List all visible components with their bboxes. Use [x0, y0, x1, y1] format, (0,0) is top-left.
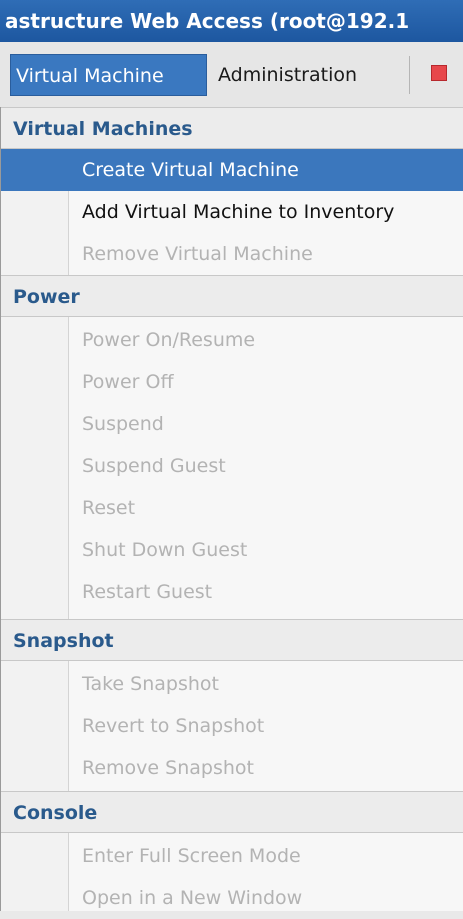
menu-item-reset[interactable]: Reset: [1, 487, 463, 529]
menu-item-power-on-resume[interactable]: Power On/Resume: [1, 319, 463, 361]
section-virtual-machines: Virtual Machines: [1, 107, 463, 149]
section-power: Power: [1, 275, 463, 317]
menu-item-open-in-a-new-window[interactable]: Open in a New Window: [1, 877, 463, 919]
menu-separator: [409, 56, 410, 94]
menu-item-take-snapshot[interactable]: Take Snapshot: [1, 663, 463, 705]
section-console: Console: [1, 791, 463, 833]
menu-item-shut-down-guest[interactable]: Shut Down Guest: [1, 529, 463, 571]
menu-item-create-virtual-machine[interactable]: Create Virtual Machine: [1, 149, 463, 191]
menu-item-add-virtual-machine-to-inventory[interactable]: Add Virtual Machine to Inventory: [1, 191, 463, 233]
section-snapshot: Snapshot: [1, 619, 463, 661]
menu-item-power-off[interactable]: Power Off: [1, 361, 463, 403]
menu-item-remove-snapshot[interactable]: Remove Snapshot: [1, 747, 463, 789]
menu-item-suspend[interactable]: Suspend: [1, 403, 463, 445]
menu-item-revert-to-snapshot[interactable]: Revert to Snapshot: [1, 705, 463, 747]
menu-virtual-machine[interactable]: Virtual Machine: [10, 54, 207, 96]
menu-item-suspend-guest[interactable]: Suspend Guest: [1, 445, 463, 487]
menu-item-enter-full-screen-mode[interactable]: Enter Full Screen Mode: [1, 835, 463, 877]
menu-item-remove-virtual-machine[interactable]: Remove Virtual Machine: [1, 233, 463, 275]
menu-administration[interactable]: Administration: [212, 54, 410, 96]
stop-icon[interactable]: [431, 65, 447, 81]
window-title: astructure Web Access (root@192.1: [0, 0, 463, 42]
menu-item-restart-guest[interactable]: Restart Guest: [1, 571, 463, 613]
virtual-machine-dropdown-menu: Virtual Machines Create Virtual Machine …: [0, 107, 463, 911]
menu-bar: Virtual Machine Administration: [0, 42, 463, 110]
